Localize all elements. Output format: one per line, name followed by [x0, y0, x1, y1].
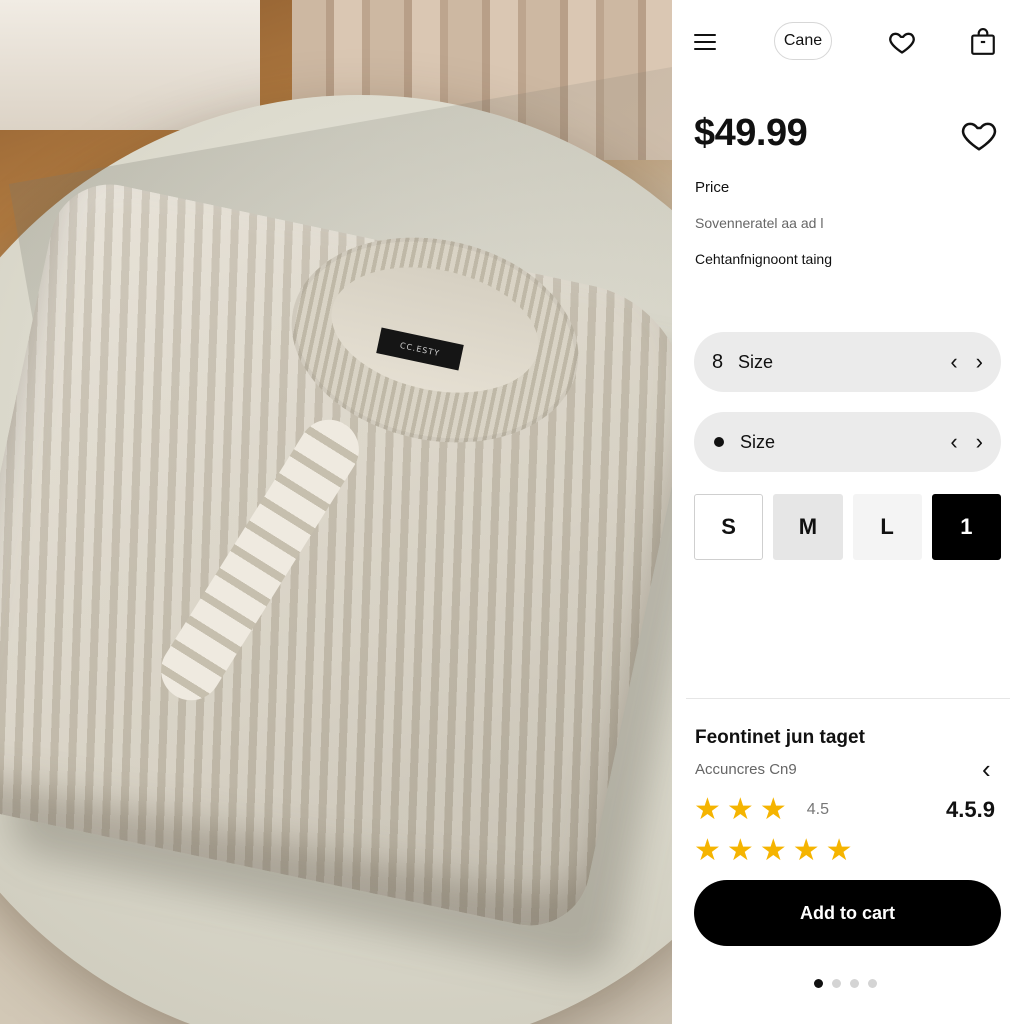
star-icon: ★	[726, 834, 754, 867]
product-description: Cehtanfnignoont taing	[695, 251, 832, 267]
size-selector-2[interactable]: Size ‹ ›	[694, 412, 1001, 472]
review-section-title: Feontinet jun taget	[695, 727, 865, 748]
size-glyph: 8	[712, 350, 724, 373]
add-to-cart-button[interactable]: Add to cart	[694, 880, 1001, 946]
size-selector-1[interactable]: 8 Size ‹ ›	[694, 332, 1001, 392]
chevron-left-icon[interactable]: ‹	[950, 431, 957, 453]
price-label: Price	[695, 179, 730, 196]
star-icon: ★	[792, 834, 820, 867]
size-option-s[interactable]: S	[694, 494, 764, 560]
bullet-icon	[714, 437, 724, 447]
favorite-heart-icon[interactable]	[960, 116, 998, 154]
star-icon: ★	[726, 793, 754, 826]
rating-stars-row-1: ★ ★ ★ 4.5	[694, 795, 829, 825]
background-window	[0, 0, 260, 130]
chevron-left-icon[interactable]: ‹	[982, 754, 991, 785]
product-details-panel: Cane $49.99 Price Sovenneratel aa ad l C…	[672, 0, 1024, 1024]
product-image: CC.ESTY	[0, 0, 672, 1024]
star-icon: ★	[759, 793, 787, 826]
star-icon: ★	[694, 793, 721, 826]
product-screen: CC.ESTY Cane $49.99 Price Sovenneratel a…	[0, 0, 1024, 1024]
star-icon: ★	[694, 834, 721, 867]
rating-stars-row-2: ★ ★ ★ ★ ★	[694, 836, 853, 866]
star-icon: ★	[825, 834, 853, 867]
pager-dot[interactable]	[814, 979, 823, 988]
selector-label: Size	[738, 351, 774, 372]
section-divider	[686, 698, 1010, 699]
selector-label: Size	[740, 431, 776, 452]
review-section-subtitle: Accuncres Cn9	[695, 761, 797, 778]
star-icon: ★	[759, 834, 787, 867]
heart-icon[interactable]	[888, 28, 916, 56]
rating-score: 4.5.9	[946, 797, 995, 822]
category-chip[interactable]: Cane	[774, 22, 832, 60]
shopping-bag-icon[interactable]	[970, 28, 996, 56]
product-price: $49.99	[694, 112, 808, 154]
size-option-l[interactable]: L	[852, 494, 922, 560]
size-option-m[interactable]: M	[773, 494, 843, 560]
pager-dot[interactable]	[832, 979, 841, 988]
top-bar: Cane	[672, 22, 1024, 62]
size-option-selected[interactable]: 1	[931, 494, 1001, 560]
pager-dot[interactable]	[850, 979, 859, 988]
pager-dot[interactable]	[868, 979, 877, 988]
image-pager	[814, 979, 877, 988]
chevron-right-icon[interactable]: ›	[976, 431, 983, 453]
chevron-left-icon[interactable]: ‹	[950, 351, 957, 373]
chevron-right-icon[interactable]: ›	[976, 351, 983, 373]
rating-value: 4.5	[806, 801, 829, 818]
size-options: S M L 1	[694, 494, 1001, 560]
menu-icon[interactable]	[694, 34, 716, 52]
product-subtitle: Sovenneratel aa ad l	[695, 215, 824, 231]
